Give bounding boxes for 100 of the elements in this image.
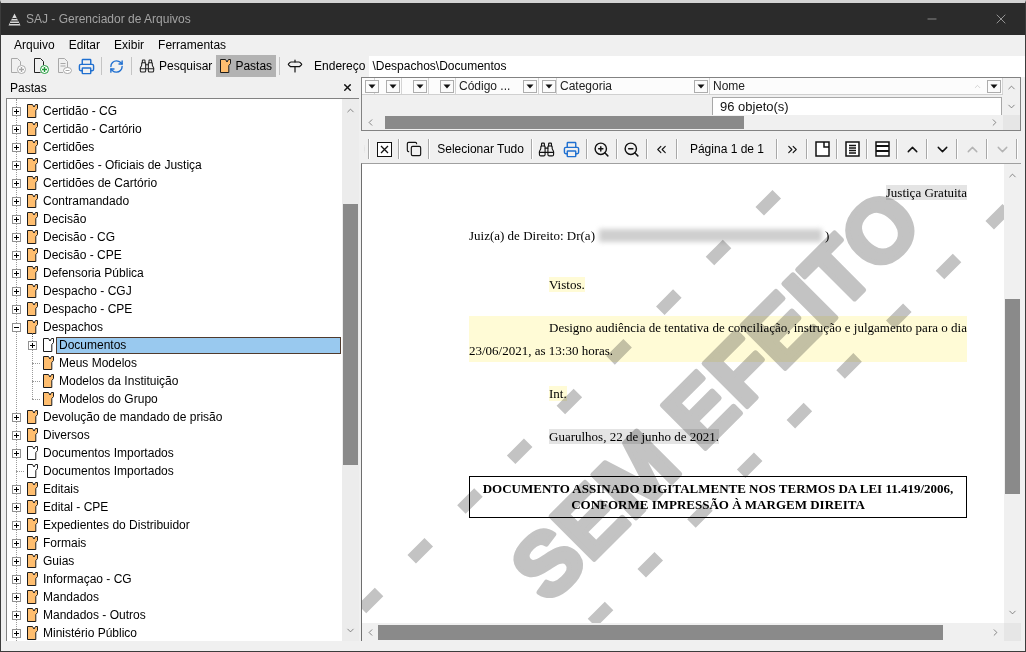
triangle-logo-icon — [8, 12, 21, 26]
tree-item[interactable]: Despachos — [40, 318, 107, 336]
folder-icon — [27, 572, 38, 586]
tree-item[interactable]: Guias — [40, 552, 78, 570]
expand-icon[interactable] — [12, 250, 21, 260]
printer-icon[interactable] — [563, 140, 581, 158]
expand-icon[interactable] — [12, 178, 21, 188]
expand-icon[interactable] — [12, 610, 21, 620]
document-text: Justiça Gratuita — [885, 185, 967, 200]
refresh-icon[interactable] — [109, 58, 124, 74]
copy-icon[interactable] — [406, 141, 423, 157]
scrollbar-thumb[interactable] — [1005, 299, 1020, 494]
menu-item[interactable]: Editar — [61, 36, 108, 54]
tree-item[interactable]: Contramandado — [40, 192, 133, 210]
menu-item[interactable]: Ferramentas — [151, 36, 234, 54]
tree-item[interactable]: Editais — [40, 480, 83, 498]
tree-item[interactable]: Documentos Importados — [40, 444, 177, 462]
column-header[interactable]: Categoria — [557, 78, 710, 94]
tree-item[interactable]: Edital - CPE — [40, 498, 112, 516]
expand-icon[interactable] — [12, 430, 21, 440]
tree-item[interactable]: Certidões - Oficiais de Justiça — [40, 156, 205, 174]
expand-icon[interactable] — [12, 124, 21, 134]
binoculars-icon[interactable] — [538, 140, 556, 158]
text-page-icon[interactable] — [844, 141, 860, 157]
tree-item[interactable]: Decisão — [40, 210, 90, 228]
tree-item[interactable]: Diversos — [40, 426, 93, 444]
tree-item[interactable]: Meus Modelos — [56, 354, 141, 372]
zoom-in-icon[interactable] — [593, 140, 611, 158]
scrollbar-thumb[interactable] — [385, 116, 744, 129]
folder-icon — [27, 302, 38, 316]
tree-item[interactable]: Decisão - CG — [40, 228, 119, 246]
tree-item[interactable]: Mandados - Outros — [40, 606, 149, 624]
folder-icon — [27, 230, 38, 244]
expand-icon[interactable] — [12, 484, 21, 494]
expand-icon[interactable] — [12, 592, 21, 602]
document-plus-icon[interactable] — [32, 58, 49, 74]
folder-icon — [43, 338, 54, 352]
expand-icon[interactable] — [12, 268, 21, 278]
column-header[interactable]: Código ... — [456, 78, 539, 94]
tree-item[interactable]: Certidão - Cartório — [40, 120, 145, 138]
tree-item[interactable]: Certidões — [40, 138, 98, 156]
expand-icon[interactable] — [12, 412, 21, 422]
collapse-icon[interactable] — [12, 322, 21, 332]
folder-icon — [43, 374, 54, 388]
expand-icon[interactable] — [12, 304, 21, 314]
banded-page-icon[interactable] — [874, 141, 890, 157]
tree-item[interactable]: Modelos do Grupo — [56, 390, 161, 408]
folder-icon — [27, 122, 38, 136]
printer-icon[interactable] — [78, 57, 95, 75]
window-title: SAJ - Gerenciador de Arquivos — [26, 12, 191, 26]
expand-icon[interactable] — [12, 286, 21, 296]
vertical-scrollbar[interactable] — [342, 99, 359, 641]
scrollbar-thumb[interactable] — [378, 624, 943, 640]
page-indicator: Página 1 de 1 — [688, 142, 765, 156]
tree-item[interactable]: Informaçao - CG — [40, 570, 135, 588]
folder-icon — [27, 266, 38, 280]
expand-icon[interactable] — [12, 520, 21, 530]
tree-item[interactable]: Certidão - CG — [40, 102, 121, 120]
document-text: Vistos. — [549, 277, 585, 292]
address-field[interactable]: \Despachos\Documentos — [369, 55, 1025, 77]
page-icon[interactable] — [814, 141, 830, 157]
menu-item[interactable]: Arquivo — [7, 36, 62, 54]
expand-icon[interactable] — [12, 142, 21, 152]
expand-icon[interactable] — [12, 628, 21, 638]
expand-icon[interactable] — [12, 232, 21, 242]
scrollbar-thumb[interactable] — [343, 204, 358, 465]
expand-icon[interactable] — [12, 448, 21, 458]
tree-item[interactable]: Despacho - CGJ — [40, 282, 135, 300]
search-button[interactable]: Pesquisar — [135, 55, 217, 77]
tree-item[interactable]: Decisão - CPE — [40, 246, 125, 264]
expand-icon[interactable] — [12, 106, 21, 116]
expand-icon[interactable] — [12, 196, 21, 206]
expand-icon[interactable] — [28, 340, 37, 350]
folder-icon — [27, 590, 38, 604]
zoom-out-icon[interactable] — [623, 140, 641, 158]
tree-item[interactable]: Mandados — [40, 588, 103, 606]
document-text: Int. — [549, 386, 567, 401]
tree-item[interactable]: Documentos Importados — [40, 462, 177, 480]
folders-button[interactable]: Pastas — [216, 55, 277, 77]
tree-item[interactable]: Defensoria Pública — [40, 264, 147, 282]
expand-icon[interactable] — [12, 574, 21, 584]
expand-icon[interactable] — [12, 214, 21, 224]
tree-item[interactable]: Despacho - CPE — [40, 300, 136, 318]
expand-icon[interactable] — [12, 556, 21, 566]
tree-item[interactable]: Documentos — [56, 336, 341, 354]
tree-item[interactable]: Devolução de mandado de prisão — [40, 408, 226, 426]
menu-item[interactable]: Exibir — [107, 36, 152, 54]
close-icon[interactable] — [342, 82, 353, 93]
object-count: 96 objeto(s) — [712, 97, 1002, 115]
tree-item[interactable]: Modelos da Instituição — [56, 372, 182, 390]
tree-item[interactable]: Ministério Público — [40, 624, 141, 641]
select-all-button[interactable]: Selecionar Tudo — [433, 139, 528, 159]
expand-icon[interactable] — [12, 160, 21, 170]
tree-item[interactable]: Formais — [40, 534, 90, 552]
expand-icon[interactable] — [12, 502, 21, 512]
tree-item[interactable]: Expedientes do Distribuidor — [40, 516, 193, 534]
column-header[interactable]: Nome — [710, 78, 1003, 94]
tree-item[interactable]: Certidões de Cartório — [40, 174, 161, 192]
expand-icon[interactable] — [12, 538, 21, 548]
close-icon[interactable] — [376, 141, 392, 157]
